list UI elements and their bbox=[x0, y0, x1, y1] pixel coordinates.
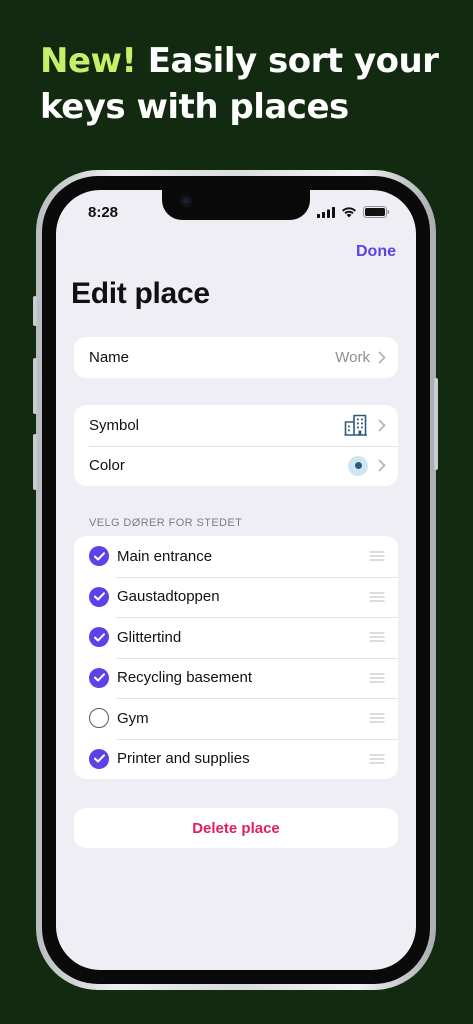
color-label: Color bbox=[89, 457, 125, 475]
headline-accent: New! bbox=[40, 41, 137, 81]
reorder-handle-icon[interactable] bbox=[369, 592, 385, 602]
name-group: Name Work bbox=[74, 337, 398, 378]
door-label: Gym bbox=[117, 709, 149, 727]
door-row[interactable]: Recycling basement bbox=[74, 657, 398, 699]
wifi-icon bbox=[342, 207, 356, 218]
building-icon bbox=[344, 414, 367, 437]
volume-up-button bbox=[33, 358, 37, 414]
page-title: Edit place bbox=[71, 277, 210, 310]
promo-headline: New! Easily sort your keys with places bbox=[40, 38, 460, 130]
symbol-label: Symbol bbox=[89, 416, 140, 434]
door-label: Glittertind bbox=[117, 628, 182, 646]
door-row[interactable]: Gaustadtoppen bbox=[74, 576, 398, 618]
checkbox-checked[interactable] bbox=[89, 586, 109, 607]
done-button[interactable]: Done bbox=[356, 243, 396, 261]
reorder-handle-icon[interactable] bbox=[369, 632, 385, 642]
reorder-handle-icon[interactable] bbox=[369, 713, 385, 723]
chevron-right-icon bbox=[378, 351, 386, 364]
volume-down-button bbox=[33, 434, 37, 490]
door-label: Gaustadtoppen bbox=[117, 588, 220, 606]
doors-section-header: VELG DØRER FOR STEDET bbox=[89, 517, 243, 529]
checkbox-checked[interactable] bbox=[89, 748, 109, 769]
door-label: Main entrance bbox=[117, 547, 213, 565]
name-label: Name bbox=[89, 348, 130, 366]
door-row[interactable]: Glittertind bbox=[74, 617, 398, 658]
checkbox-unchecked[interactable] bbox=[89, 708, 109, 729]
symbol-row[interactable]: Symbol bbox=[74, 405, 398, 446]
status-time: 8:28 bbox=[88, 204, 119, 221]
checkmark-icon bbox=[93, 592, 105, 601]
delete-place-button[interactable]: Delete place bbox=[74, 808, 398, 848]
status-icons bbox=[317, 206, 390, 218]
door-label: Recycling basement bbox=[117, 669, 253, 687]
color-row[interactable]: Color bbox=[74, 445, 398, 487]
checkmark-icon bbox=[93, 754, 105, 763]
door-row[interactable]: Printer and supplies bbox=[74, 738, 398, 780]
color-swatch bbox=[348, 455, 368, 476]
door-label: Printer and supplies bbox=[117, 750, 250, 768]
reorder-handle-icon[interactable] bbox=[369, 551, 385, 561]
doors-list: Main entrance Gaustadtoppen Glittertind Rec… bbox=[74, 536, 398, 779]
power-button bbox=[434, 378, 438, 470]
reorder-handle-icon[interactable] bbox=[369, 754, 385, 764]
name-value: Work bbox=[335, 348, 370, 366]
door-row[interactable]: Gym bbox=[74, 698, 398, 739]
cellular-signal-icon bbox=[317, 206, 335, 218]
name-row[interactable]: Name Work bbox=[74, 337, 398, 378]
door-row[interactable]: Main entrance bbox=[74, 536, 398, 577]
checkmark-icon bbox=[93, 633, 105, 642]
checkbox-checked[interactable] bbox=[89, 546, 109, 567]
chevron-right-icon bbox=[378, 419, 386, 432]
appearance-group: Symbol Color bbox=[74, 405, 398, 486]
chevron-right-icon bbox=[378, 459, 386, 472]
checkbox-checked[interactable] bbox=[89, 627, 109, 648]
checkbox-checked[interactable] bbox=[89, 667, 109, 688]
mute-switch bbox=[33, 296, 37, 326]
checkmark-icon bbox=[93, 552, 105, 561]
phone-screen: 8:28 Done Edit place Name Work Symbol Co… bbox=[56, 190, 416, 970]
checkmark-icon bbox=[93, 673, 105, 682]
camera-icon bbox=[180, 195, 192, 207]
reorder-handle-icon[interactable] bbox=[369, 673, 385, 683]
notch bbox=[162, 190, 310, 220]
battery-icon bbox=[363, 206, 390, 218]
